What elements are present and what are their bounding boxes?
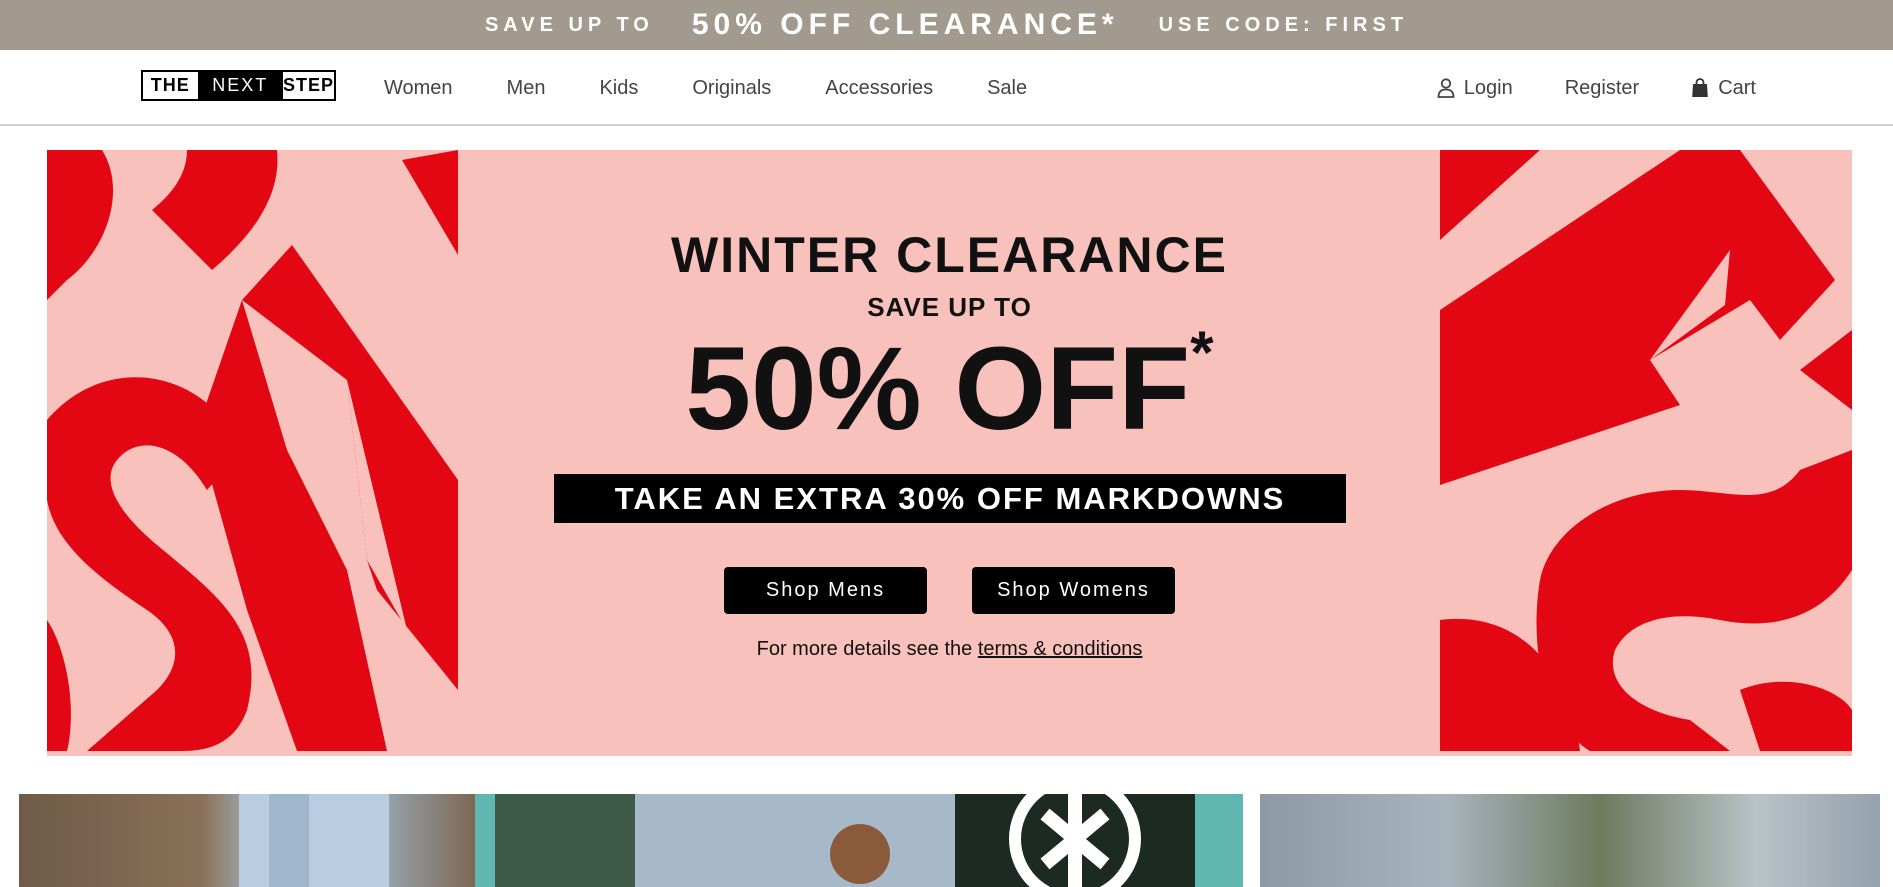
category-tile-image-1[interactable] <box>19 794 475 887</box>
user-icon <box>1437 78 1455 98</box>
logo-part-step: STEP <box>282 72 334 99</box>
category-tile-image-2[interactable] <box>475 794 1243 887</box>
promo-code: USE CODE: FIRST <box>1158 13 1409 36</box>
terms-prefix: For more details see the <box>756 638 973 660</box>
cart-label: Cart <box>1718 76 1756 99</box>
shop-womens-button[interactable]: Shop Womens <box>972 567 1175 614</box>
terms-link[interactable]: terms & conditions <box>978 638 1143 660</box>
shopping-bag-icon <box>1692 78 1709 97</box>
nav-item-men[interactable]: Men <box>507 77 546 100</box>
nav-item-originals[interactable]: Originals <box>692 77 771 100</box>
extra-discount-bar: TAKE AN EXTRA 30% OFF MARKDOWNS <box>554 474 1346 523</box>
site-logo[interactable]: THE NEXT STEP <box>141 70 336 101</box>
register-label: Register <box>1564 76 1640 99</box>
logo-part-the: THE <box>143 72 198 99</box>
login-link[interactable]: Login <box>1437 77 1513 100</box>
register-link[interactable]: Register <box>1565 77 1639 100</box>
logo-part-next: NEXT <box>197 72 283 99</box>
promo-banner[interactable]: SAVE UP TO 50% OFF CLEARANCE* USE CODE: … <box>0 0 1893 50</box>
hero-discount-asterisk: * <box>1190 319 1214 386</box>
main-nav: Women Men Kids Originals Accessories Sal… <box>384 50 1081 126</box>
nav-item-accessories[interactable]: Accessories <box>825 77 933 100</box>
hero-terms: For more details see the terms & conditi… <box>47 638 1852 661</box>
hero-title: WINTER CLEARANCE <box>671 227 1228 283</box>
cart-link[interactable]: Cart <box>1691 77 1756 100</box>
category-tile-image-3[interactable] <box>1260 794 1880 887</box>
account-nav: Login Register Cart <box>1385 50 1756 126</box>
hero-subtitle: SAVE UP TO <box>867 292 1032 322</box>
nav-item-kids[interactable]: Kids <box>599 77 638 100</box>
hero-banner[interactable]: WINTER CLEARANCE SAVE UP TO 50% OFF* TAK… <box>47 150 1852 756</box>
nav-item-sale[interactable]: Sale <box>987 77 1027 100</box>
hero-discount: 50% OFF* <box>47 319 1852 458</box>
promo-prefix: SAVE UP TO <box>484 13 654 36</box>
shop-mens-button[interactable]: Shop Mens <box>724 567 927 614</box>
promo-headline: 50% OFF CLEARANCE* <box>691 8 1119 41</box>
hero-discount-text: 50% OFF <box>685 323 1191 455</box>
nav-item-women[interactable]: Women <box>384 77 453 100</box>
hero-content: WINTER CLEARANCE SAVE UP TO 50% OFF* TAK… <box>47 150 1852 756</box>
login-label: Login <box>1463 76 1513 99</box>
site-header: THE NEXT STEP Women Men Kids Originals A… <box>0 50 1893 126</box>
